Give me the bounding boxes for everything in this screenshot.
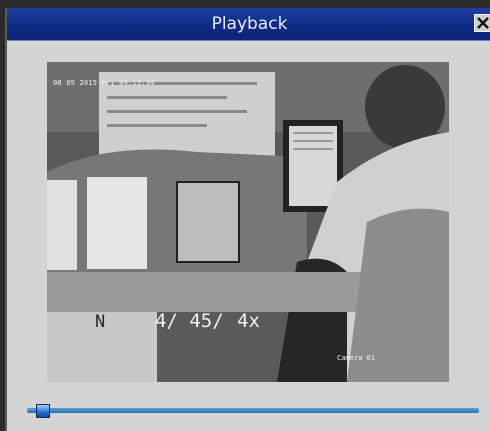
- osd-playback-position: 4/ 45/: [155, 310, 224, 332]
- progress-track[interactable]: [27, 408, 479, 413]
- playback-progress-slider[interactable]: [27, 404, 479, 418]
- title-bar[interactable]: Playback: [7, 8, 490, 41]
- osd-camera-label: Camera 01: [337, 354, 375, 362]
- close-button[interactable]: [474, 14, 490, 32]
- osd-channel-marker: N: [95, 312, 106, 332]
- progress-handle[interactable]: [36, 404, 50, 418]
- video-image: [47, 62, 449, 382]
- osd-playback-speed: 4x: [237, 310, 260, 332]
- window-title: Playback: [211, 14, 288, 34]
- close-icon: [477, 17, 489, 29]
- osd-datetime: 08 05 2015 Fri 09:15:34: [53, 79, 155, 87]
- video-frame[interactable]: 08 05 2015 Fri 09:15:34 N 4/ 45/ 4x Came…: [47, 62, 449, 382]
- playback-window: Playback 08 05 2015 Fri 09:15:34 N 4/ 45…: [5, 8, 490, 431]
